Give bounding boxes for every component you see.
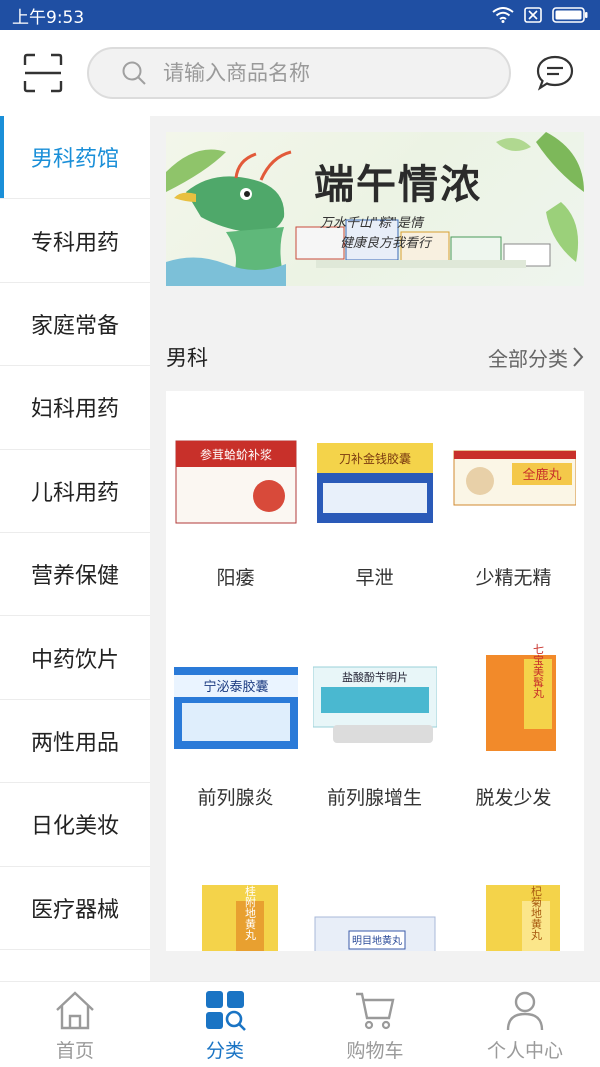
- sidebar-item-label: 男科药馆: [30, 147, 119, 173]
- sidebar-item-andrology[interactable]: 男科药馆: [0, 116, 150, 200]
- status-icons: [492, 7, 588, 23]
- category-label: 前列腺炎: [197, 787, 274, 809]
- banner-slogan-line1: 万水千山"粽"是情: [320, 216, 423, 231]
- sidebar-item-label: 医疗器械: [30, 897, 119, 923]
- product-image: 杞菊地黄丸: [486, 884, 560, 951]
- wifi-icon: [492, 7, 514, 23]
- product-image: 宁泌泰胶囊: [174, 667, 298, 749]
- user-icon: [506, 991, 544, 1031]
- category-content: 端午情浓 万水千山"粽"是情 健康良方我看行 男科 全部分类 参茸蛤蚧补浆 阳痿…: [150, 116, 600, 981]
- status-bar: 上午9:53: [0, 0, 600, 30]
- sidebar-item-label: 儿科用药: [30, 480, 119, 506]
- sidebar-item-label: 营养保健: [30, 564, 119, 590]
- bottom-nav: 首页 分类 购物车 个人中心: [0, 981, 600, 1067]
- sidebar-item-nutrition[interactable]: 营养保健: [0, 533, 150, 617]
- category-label: 脱发少发: [475, 787, 552, 809]
- sidebar-item-gynecology[interactable]: 妇科用药: [0, 366, 150, 450]
- product-image: 明目地黄丸: [314, 916, 436, 951]
- banner-title: 端午情浓: [314, 161, 482, 208]
- product-image: 参茸蛤蚧补浆: [175, 440, 297, 524]
- view-all-label: 全部分类: [488, 346, 568, 371]
- sidebar-item-label: 家庭常备: [30, 313, 119, 339]
- product-image: 七宝美髯丸: [486, 641, 556, 751]
- category-tile[interactable]: 刀补金钱胶囊 早泄: [305, 391, 444, 611]
- box-text: 杞菊地黄丸: [530, 884, 543, 941]
- section-header: 男科 全部分类: [166, 342, 584, 372]
- banner-slogan-line2: 健康良方我看行: [340, 236, 432, 251]
- scan-icon: [23, 53, 63, 93]
- sidebar-item-adult[interactable]: 两性用品: [0, 700, 150, 784]
- chevron-right-icon: [573, 347, 584, 367]
- box-text: 明目地黄丸: [352, 934, 402, 947]
- section-title: 男科: [166, 346, 208, 370]
- category-tile[interactable]: 杞菊地黄丸: [444, 831, 583, 951]
- category-tile[interactable]: 全鹿丸 少精无精: [444, 391, 583, 611]
- box-text: 参茸蛤蚧补浆: [200, 447, 272, 462]
- category-tile[interactable]: 明目地黄丸: [305, 831, 444, 951]
- scan-button[interactable]: [23, 53, 63, 93]
- category-tile[interactable]: 桂附地黄丸: [166, 831, 305, 951]
- sidebar-item-label: 中药饮片: [30, 647, 119, 673]
- box-text: 七宝美髯丸: [532, 643, 545, 699]
- chat-icon: [536, 55, 574, 91]
- nav-label: 个人中心: [486, 1040, 563, 1062]
- category-label: 前列腺增生: [326, 787, 422, 809]
- sidebar-item-label: 日化美妆: [30, 814, 119, 840]
- sim-icon: [524, 7, 542, 23]
- nav-label: 分类: [205, 1040, 244, 1062]
- category-sidebar: 男科药馆 专科用药 家庭常备 妇科用药 儿科用药 营养保健 中药饮片 两性用品 …: [0, 116, 150, 981]
- category-tile[interactable]: 宁泌泰胶囊 前列腺炎: [166, 611, 305, 831]
- sidebar-item-label: 妇科用药: [30, 397, 119, 423]
- sidebar-item-label: 专科用药: [30, 230, 119, 256]
- box-text: 刀补金钱胶囊: [339, 451, 411, 466]
- product-image: 全鹿丸: [453, 450, 576, 506]
- status-time: 上午9:53: [12, 7, 85, 28]
- promo-banner[interactable]: 端午情浓 万水千山"粽"是情 健康良方我看行: [166, 132, 584, 286]
- sidebar-item-specialty[interactable]: 专科用药: [0, 199, 150, 283]
- battery-icon: [552, 7, 588, 23]
- home-icon: [56, 991, 94, 1030]
- box-text: 全鹿丸: [522, 467, 561, 483]
- search-input[interactable]: [163, 61, 463, 85]
- nav-label: 购物车: [346, 1040, 404, 1062]
- category-tile[interactable]: 七宝美髯丸 脱发少发: [444, 611, 583, 831]
- product-grid: 参茸蛤蚧补浆 阳痿 刀补金钱胶囊 早泄 全鹿丸 少精无精 宁泌泰胶囊 前列腺炎 …: [166, 391, 584, 951]
- cart-icon: [356, 992, 395, 1030]
- sidebar-item-herbal[interactable]: 中药饮片: [0, 616, 150, 700]
- nav-profile[interactable]: 个人中心: [450, 982, 600, 1067]
- sidebar-item-household[interactable]: 家庭常备: [0, 283, 150, 367]
- app-screen: 上午9:53 请输入商品名称 男科药馆 专科用药 家庭常备 妇科用药 儿科用药 …: [0, 0, 600, 1067]
- sidebar-item-devices[interactable]: 医疗器械: [0, 867, 150, 950]
- category-tile[interactable]: 盐酸酚苄明片 前列腺增生: [305, 611, 444, 831]
- box-text: 宁泌泰胶囊: [203, 679, 268, 695]
- product-image: 桂附地黄丸: [202, 884, 278, 951]
- category-label: 阳痿: [216, 567, 255, 589]
- nav-label: 首页: [55, 1040, 94, 1062]
- nav-home[interactable]: 首页: [0, 982, 150, 1067]
- nav-cart[interactable]: 购物车: [300, 982, 450, 1067]
- category-label: 少精无精: [475, 567, 552, 589]
- sidebar-item-label: 两性用品: [30, 730, 119, 756]
- category-label: 早泄: [355, 567, 394, 589]
- header: [0, 30, 600, 116]
- search-icon: [122, 61, 146, 85]
- product-image: 刀补金钱胶囊: [317, 443, 433, 523]
- box-text: 盐酸酚苄明片: [342, 670, 408, 684]
- message-button[interactable]: [535, 53, 575, 93]
- category-icon: [206, 991, 246, 1031]
- sidebar-item-pediatrics[interactable]: 儿科用药: [0, 450, 150, 533]
- box-text: 桂附地黄丸: [244, 884, 257, 941]
- category-tile[interactable]: 参茸蛤蚧补浆 阳痿: [166, 391, 305, 611]
- view-all-link[interactable]: 全部分类: [488, 343, 584, 372]
- product-image: 盐酸酚苄明片: [313, 666, 437, 743]
- search-bar[interactable]: [87, 47, 511, 99]
- sidebar-item-cosmetics[interactable]: 日化美妆: [0, 783, 150, 867]
- nav-category[interactable]: 分类: [150, 982, 300, 1067]
